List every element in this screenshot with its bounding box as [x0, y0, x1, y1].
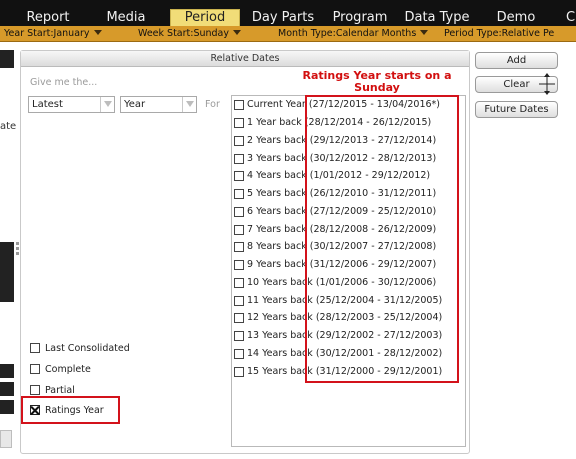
- period-label: 2 Years back: [247, 134, 307, 146]
- chevron-down-icon: [420, 30, 429, 35]
- splitter-handle[interactable]: [16, 242, 19, 260]
- period-label: 10 Years back: [247, 276, 313, 288]
- give-me-label: Give me the...: [30, 77, 98, 88]
- period-checkbox[interactable]: [234, 153, 244, 164]
- for-label: For: [205, 99, 220, 110]
- year-start-dropdown[interactable]: Year Start:January: [4, 27, 102, 41]
- period-label: 14 Years back: [247, 347, 313, 359]
- tab-data-type[interactable]: Data Type: [404, 10, 470, 26]
- period-label: 4 Years back: [247, 170, 307, 181]
- period-checkbox[interactable]: [234, 135, 244, 146]
- panel-title: Relative Dates: [21, 51, 469, 67]
- add-button[interactable]: Add: [475, 52, 558, 69]
- tab-report[interactable]: Report: [22, 10, 74, 26]
- period-checkbox[interactable]: [234, 171, 244, 181]
- month-type-dropdown[interactable]: Month Type:Calendar Months: [278, 27, 429, 41]
- period-checkbox[interactable]: [234, 118, 244, 128]
- option-label: Complete: [45, 364, 91, 375]
- period-type-dropdown[interactable]: Period Type:Relative Pe: [444, 27, 554, 41]
- period-label: 12 Years back: [247, 312, 313, 323]
- annotation-box-ratings-year: [21, 396, 120, 424]
- period-label: 13 Years back: [247, 330, 313, 341]
- latest-select-value: Latest: [32, 99, 63, 110]
- period-checkbox[interactable]: [234, 206, 244, 217]
- left-strip-block: [0, 242, 14, 302]
- unit-select-value: Year: [124, 99, 146, 110]
- period-label: 8 Years back: [247, 241, 307, 252]
- period-label: 15 Years back: [247, 365, 313, 377]
- tab-partial[interactable]: C: [566, 10, 576, 26]
- period-type-label: Period Type:Relative Pe: [444, 28, 555, 39]
- period-checkbox[interactable]: [234, 277, 244, 288]
- left-strip-block: [0, 364, 14, 378]
- period-checkbox[interactable]: [234, 189, 244, 199]
- tab-day-parts[interactable]: Day Parts: [250, 10, 316, 26]
- period-checkbox[interactable]: [234, 242, 244, 252]
- chevron-down-icon: [100, 97, 114, 112]
- period-label: 5 Years back: [247, 188, 307, 199]
- tab-media[interactable]: Media: [100, 10, 152, 26]
- tab-demo[interactable]: Demo: [494, 10, 538, 26]
- last-consolidated-checkbox[interactable]: [30, 343, 40, 353]
- complete-checkbox[interactable]: [30, 364, 40, 374]
- annotation-box-dates: [305, 95, 459, 383]
- period-label: 9 Years back: [247, 259, 307, 270]
- chevron-down-icon: [182, 97, 196, 112]
- left-strip-block: [0, 382, 14, 396]
- period-checkbox[interactable]: [234, 331, 244, 341]
- period-checkbox[interactable]: [234, 295, 244, 306]
- annotation-text: Ratings Year starts on a Sunday: [302, 69, 452, 94]
- week-start-label: Week Start:Sunday: [138, 28, 230, 39]
- chevron-down-icon: [93, 30, 102, 35]
- period-label: Current Year: [247, 99, 306, 110]
- future-dates-button[interactable]: Future Dates: [475, 101, 558, 118]
- settings-bar: Year Start:January Week Start:Sunday Mon…: [0, 26, 576, 42]
- week-start-dropdown[interactable]: Week Start:Sunday: [138, 27, 242, 41]
- tab-program[interactable]: Program: [330, 10, 390, 26]
- latest-select[interactable]: Latest: [28, 96, 115, 113]
- period-checkbox[interactable]: [234, 366, 244, 377]
- period-checkbox[interactable]: [234, 313, 244, 323]
- left-strip-block: [0, 50, 14, 68]
- year-start-label: Year Start:January: [4, 28, 90, 39]
- left-strip-text: ate: [0, 121, 17, 132]
- partial-checkbox[interactable]: [30, 385, 40, 395]
- period-checkbox[interactable]: [234, 100, 244, 110]
- left-strip-block: [0, 400, 14, 414]
- option-label: Last Consolidated: [45, 343, 130, 354]
- period-label: 11 Years back: [247, 294, 313, 306]
- period-label: 1 Year back: [247, 117, 302, 128]
- period-label: 6 Years back: [247, 205, 307, 217]
- unit-select[interactable]: Year: [120, 96, 197, 113]
- left-panel-strip: ate: [0, 42, 16, 459]
- period-checkbox[interactable]: [234, 260, 244, 270]
- resize-cursor-icon: [539, 73, 555, 95]
- period-label: 7 Years back: [247, 223, 307, 235]
- tab-period[interactable]: Period: [170, 9, 240, 26]
- period-checkbox[interactable]: [234, 348, 244, 359]
- chevron-down-icon: [233, 30, 242, 35]
- top-menu-bar: Report Media Period Day Parts Program Da…: [0, 0, 576, 26]
- period-label: 3 Years back: [247, 152, 307, 164]
- month-type-label: Month Type:Calendar Months: [278, 28, 417, 39]
- left-strip-button[interactable]: [0, 430, 12, 448]
- period-checkbox[interactable]: [234, 224, 244, 235]
